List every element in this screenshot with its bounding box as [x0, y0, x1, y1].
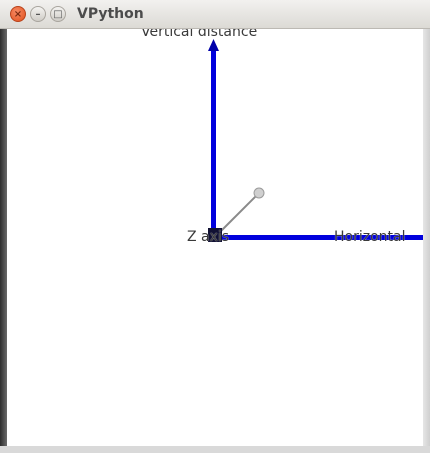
- window-bottom-edge: [0, 446, 430, 453]
- maximize-button[interactable]: □: [50, 6, 66, 22]
- close-button[interactable]: ×: [10, 6, 26, 22]
- scene-canvas[interactable]: Vertical distance Z axis Horizontal: [7, 29, 423, 446]
- vertical-axis-arrowhead: [208, 39, 219, 51]
- window-right-edge: [423, 29, 430, 453]
- projectile-ball: [253, 187, 265, 199]
- vpython-window: × – □ VPython Vertical distance Z axis H…: [0, 0, 430, 453]
- z-axis-label: Z axis: [187, 229, 230, 245]
- minimize-button[interactable]: –: [30, 6, 46, 22]
- vertical-axis-label: Vertical distance: [141, 29, 258, 40]
- vertical-axis: [211, 49, 216, 239]
- title-bar[interactable]: × – □ VPython: [0, 0, 430, 29]
- window-left-edge: [0, 29, 7, 453]
- window-title: VPython: [77, 6, 144, 22]
- horizontal-axis-label: Horizontal: [334, 229, 406, 245]
